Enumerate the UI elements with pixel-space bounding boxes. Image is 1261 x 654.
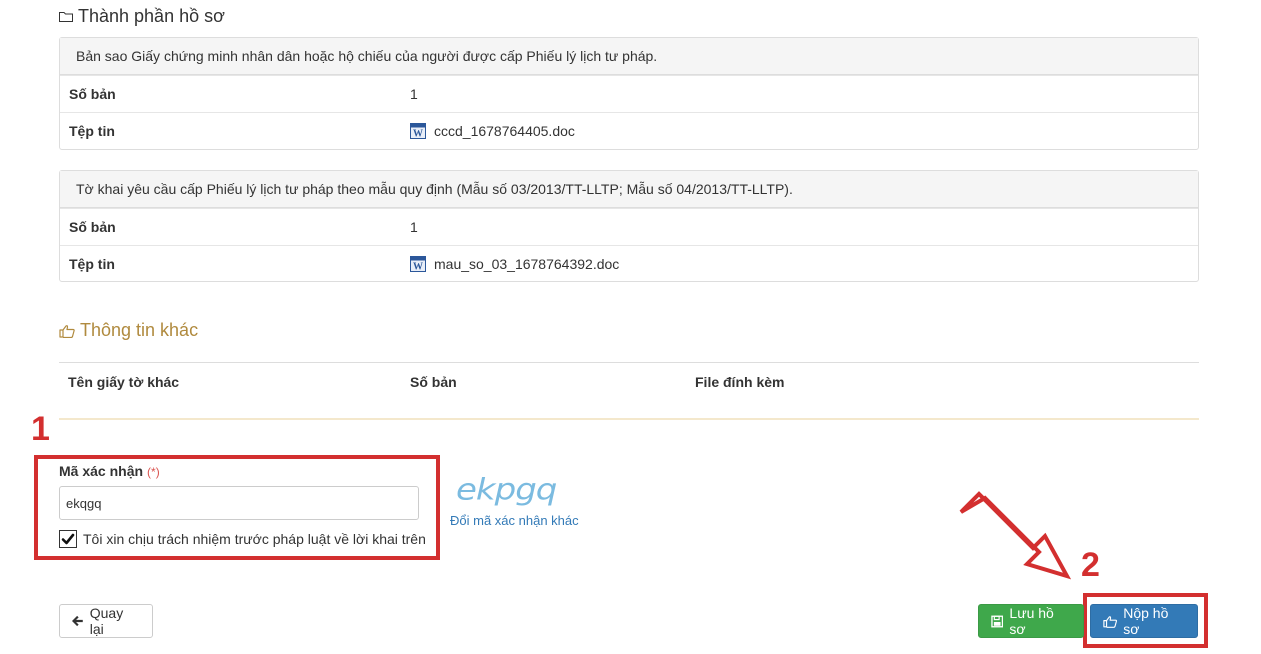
copies-row: Số bản 1 [60, 75, 1198, 112]
copies-label: Số bản [69, 86, 116, 102]
captcha-image: ekpgq [456, 473, 557, 507]
copies-value: 1 [410, 219, 418, 235]
folder-icon [59, 12, 73, 22]
file-link[interactable]: W cccd_1678764405.doc [410, 113, 575, 150]
agreement-label: Tôi xin chịu trách nhiệm trước pháp luật… [83, 531, 426, 547]
hand-pointer-icon [59, 324, 75, 338]
captcha-label-text: Mã xác nhận [59, 463, 144, 479]
save-icon [991, 615, 1004, 627]
word-document-icon: W [410, 122, 426, 139]
annotation-step-2: 2 [1081, 546, 1100, 584]
required-mark: (*) [147, 465, 160, 479]
captcha-refresh-link[interactable]: Đổi mã xác nhận khác [450, 513, 579, 528]
file-label: Tệp tin [69, 256, 115, 272]
other-documents-table: Tên giấy tờ khác Số bản File đính kèm [59, 362, 1199, 420]
column-header: Số bản [410, 374, 457, 390]
document-panel-1: Bản sao Giấy chứng minh nhân dân hoặc hộ… [59, 37, 1199, 150]
checkmark-icon [61, 533, 75, 545]
back-button[interactable]: Quay lại [59, 604, 153, 638]
hand-pointer-icon [1103, 615, 1118, 628]
back-button-label: Quay lại [89, 605, 124, 637]
file-name: mau_so_03_1678764392.doc [434, 256, 620, 272]
file-row: Tệp tin W cccd_1678764405.doc [60, 112, 1198, 149]
copies-value: 1 [410, 86, 418, 102]
agreement-checkbox[interactable] [59, 530, 77, 548]
document-name: Tờ khai yêu cầu cấp Phiếu lý lịch tư phá… [60, 171, 1198, 208]
column-header: File đính kèm [695, 374, 785, 390]
submit-button[interactable]: Nộp hồ sơ [1090, 604, 1198, 638]
arrow-left-icon [72, 615, 83, 627]
captcha-input[interactable] [59, 486, 419, 520]
other-info-title-text: Thông tin khác [80, 320, 199, 340]
svg-text:W: W [413, 261, 423, 272]
save-button[interactable]: Lưu hồ sơ [978, 604, 1084, 638]
captcha-label: Mã xác nhận (*) [59, 463, 160, 479]
submit-button-label: Nộp hồ sơ [1123, 605, 1169, 637]
file-link[interactable]: W mau_so_03_1678764392.doc [410, 246, 619, 283]
svg-text:W: W [413, 128, 423, 139]
document-name: Bản sao Giấy chứng minh nhân dân hoặc hộ… [60, 38, 1198, 75]
file-row: Tệp tin W mau_so_03_1678764392.doc [60, 245, 1198, 282]
annotation-step-1: 1 [31, 410, 50, 448]
word-document-icon: W [410, 255, 426, 272]
file-label: Tệp tin [69, 123, 115, 139]
other-info-title: Thông tin khác [59, 320, 198, 341]
documents-section-title: Thành phần hồ sơ [59, 6, 225, 27]
copies-label: Số bản [69, 219, 116, 235]
copies-row: Số bản 1 [60, 208, 1198, 245]
save-button-label: Lưu hồ sơ [1009, 605, 1054, 637]
column-header: Tên giấy tờ khác [68, 374, 180, 390]
file-name: cccd_1678764405.doc [434, 123, 575, 139]
annotation-arrow-icon [959, 491, 1072, 580]
agreement-row: Tôi xin chịu trách nhiệm trước pháp luật… [59, 530, 426, 548]
documents-title: Thành phần hồ sơ [78, 6, 225, 26]
document-panel-2: Tờ khai yêu cầu cấp Phiếu lý lịch tư phá… [59, 170, 1199, 282]
